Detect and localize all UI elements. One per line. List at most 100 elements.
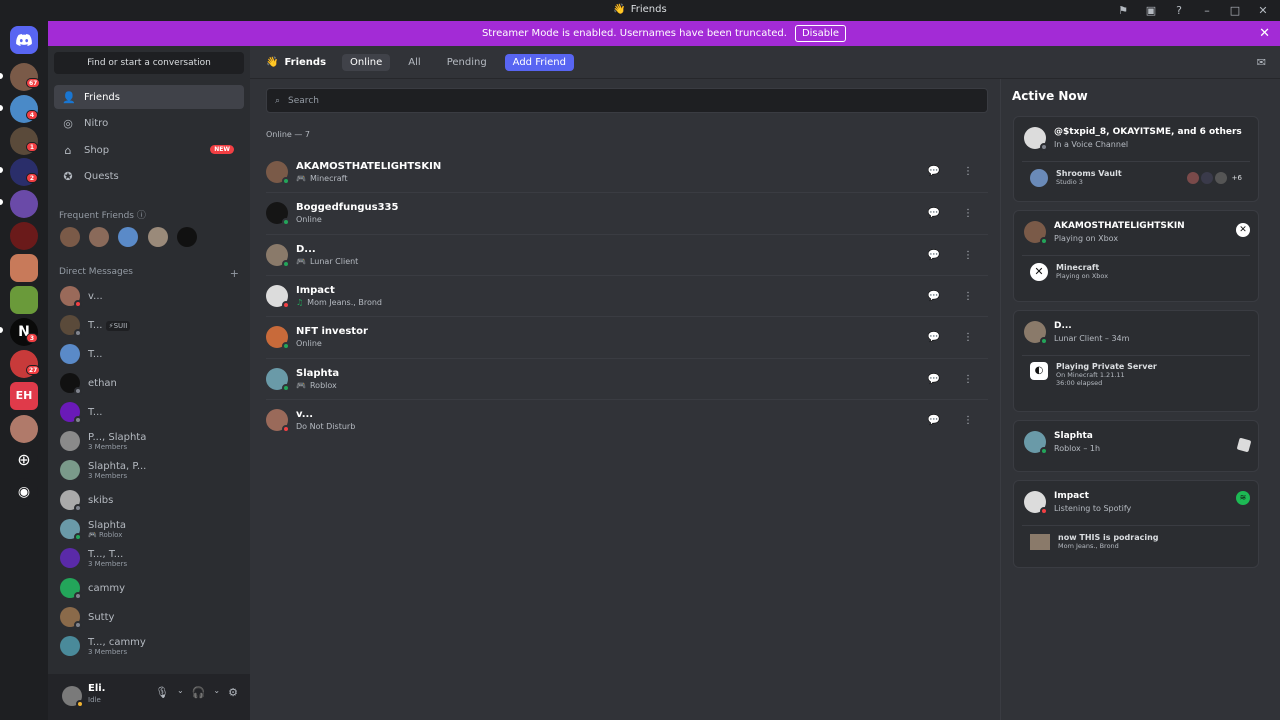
find-conversation-button[interactable]: Find or start a conversation <box>54 52 244 74</box>
dm-item[interactable]: v... <box>54 282 244 310</box>
active-now-title: Active Now <box>1012 89 1088 103</box>
message-icon[interactable]: 💬 <box>924 245 944 265</box>
mention-badge: 2 <box>26 173 38 183</box>
avatar <box>60 315 82 337</box>
sidebar-item-shop[interactable]: ⌂ Shop NEW <box>54 138 244 162</box>
frequent-friend-avatar[interactable] <box>60 227 80 247</box>
dm-item[interactable]: T..., cammy 3 Members <box>54 632 244 660</box>
mention-badge: 1 <box>26 142 38 152</box>
close-window-button[interactable]: ✕ <box>1256 3 1270 17</box>
friend-row[interactable]: D... 🎮 Lunar Client 💬 ⋮ <box>266 234 988 275</box>
server-icon[interactable]: EH <box>10 382 38 410</box>
more-options-icon[interactable]: ⋮ <box>958 245 978 265</box>
tab-pending[interactable]: Pending <box>439 54 495 71</box>
banner-text: Streamer Mode is enabled. Usernames have… <box>481 28 787 39</box>
friend-row[interactable]: Impact ♫ Mom Jeans., Brond 💬 ⋮ <box>266 275 988 316</box>
tab-all[interactable]: All <box>400 54 428 71</box>
avatar <box>60 431 80 451</box>
chevron-down-icon[interactable]: ⌄ <box>177 686 184 699</box>
message-icon[interactable]: 💬 <box>924 161 944 181</box>
more-options-icon[interactable]: ⋮ <box>958 161 978 181</box>
friend-row[interactable]: Slaphta 🎮 Roblox 💬 ⋮ <box>266 358 988 399</box>
gear-icon[interactable]: ⚙ <box>228 686 238 699</box>
maximize-button[interactable]: □ <box>1228 3 1242 17</box>
friend-row[interactable]: AKAMOSTHATELIGHTSKIN 🎮 Minecraft 💬 ⋮ <box>266 151 988 192</box>
close-icon[interactable]: ✕ <box>1259 26 1270 41</box>
dm-item[interactable]: Slaphta, P... 3 Members <box>54 456 244 484</box>
more-options-icon[interactable]: ⋮ <box>958 410 978 430</box>
message-icon[interactable]: 💬 <box>924 286 944 306</box>
dm-item[interactable]: T... ⚡SUII <box>54 311 244 339</box>
tab-online[interactable]: Online <box>342 53 391 71</box>
avatar <box>60 402 82 424</box>
avatar[interactable] <box>62 686 84 708</box>
add-server-icon[interactable]: ⊕ <box>10 446 38 474</box>
frequent-friend-avatar[interactable] <box>148 227 168 247</box>
info-icon[interactable]: ⓘ <box>137 211 146 221</box>
activity-card[interactable]: D... Lunar Client – 34m ◐ Playing Private… <box>1013 310 1259 412</box>
frequent-friend-avatar[interactable] <box>177 227 197 247</box>
activity-card[interactable]: AKAMOSTHATELIGHTSKIN Playing on Xbox ✕ ✕ … <box>1013 210 1259 302</box>
dm-item[interactable]: Sutty <box>54 603 244 631</box>
headphones-icon[interactable]: 🎧 <box>192 686 206 699</box>
disable-streamer-mode-button[interactable]: Disable <box>794 25 847 42</box>
spotify-icon: ≋ <box>1236 491 1250 505</box>
avatar <box>60 344 80 364</box>
activity-card[interactable]: @$txpid_8, OKAYITSME, and 6 others In a V… <box>1013 116 1259 202</box>
microphone-icon[interactable]: 🎙 <box>155 686 169 699</box>
avatar <box>60 490 82 512</box>
search-input[interactable]: ⌕ Search <box>266 88 988 113</box>
dm-item[interactable]: ethan <box>54 369 244 397</box>
activity-card[interactable]: Impact Listening to Spotify ≋ now THIS is… <box>1013 480 1259 568</box>
dm-item[interactable]: P..., Slaphta 3 Members <box>54 427 244 455</box>
dm-item[interactable]: T... <box>54 340 244 368</box>
mention-badge: 67 <box>26 78 41 88</box>
server-icon[interactable] <box>10 222 38 250</box>
message-icon[interactable]: 💬 <box>924 203 944 223</box>
add-friend-button[interactable]: Add Friend <box>504 53 574 71</box>
message-icon[interactable]: 💬 <box>924 410 944 430</box>
server-icon[interactable] <box>10 415 38 443</box>
more-options-icon[interactable]: ⋮ <box>958 369 978 389</box>
help-icon[interactable]: ? <box>1172 3 1186 17</box>
flag-icon[interactable]: ⚑ <box>1116 3 1130 17</box>
dm-item[interactable]: T... <box>54 398 244 426</box>
frequent-friend-avatar[interactable] <box>89 227 109 247</box>
user-panel: Eli. Idle 🎙 ⌄ 🎧 ⌄ ⚙ <box>48 674 250 720</box>
message-icon[interactable]: 💬 <box>924 369 944 389</box>
server-icon[interactable] <box>10 286 38 314</box>
chevron-down-icon[interactable]: ⌄ <box>213 686 220 699</box>
create-dm-icon[interactable]: + <box>230 267 239 280</box>
new-group-dm-icon[interactable]: ✉ <box>1257 56 1266 69</box>
avatar <box>1024 221 1048 245</box>
minimize-button[interactable]: – <box>1200 3 1214 17</box>
sidebar-item-nitro[interactable]: ◎ Nitro <box>54 111 244 135</box>
sidebar-item-quests[interactable]: ✪ Quests <box>54 164 244 188</box>
shop-icon: ⌂ <box>64 143 72 157</box>
message-icon[interactable]: 💬 <box>924 327 944 347</box>
frequent-friend-avatar[interactable] <box>118 227 138 247</box>
activity-card[interactable]: Slaphta Roblox – 1h <box>1013 420 1259 472</box>
server-icon[interactable] <box>10 190 38 218</box>
more-options-icon[interactable]: ⋮ <box>958 286 978 306</box>
friends-icon: 👤 <box>62 90 76 104</box>
friend-row[interactable]: NFT investor Online 💬 ⋮ <box>266 316 988 357</box>
screen-share-icon[interactable]: ▣ <box>1144 3 1158 17</box>
mention-badge: 4 <box>26 110 38 120</box>
server-icon[interactable] <box>10 254 38 282</box>
sidebar-item-friends[interactable]: 👤 Friends <box>54 85 244 109</box>
friend-row[interactable]: v... Do Not Disturb 💬 ⋮ <box>266 399 988 440</box>
dm-item[interactable]: cammy <box>54 574 244 602</box>
avatar <box>1024 127 1048 151</box>
discord-home-button[interactable] <box>10 26 38 54</box>
dm-item[interactable]: Slaphta 🎮 Roblox <box>54 515 244 543</box>
more-options-icon[interactable]: ⋮ <box>958 327 978 347</box>
discover-icon[interactable]: ◉ <box>10 478 38 506</box>
avatar <box>60 636 80 656</box>
dm-item[interactable]: skibs <box>54 486 244 514</box>
quests-icon: ✪ <box>63 169 73 183</box>
window-title: Friends <box>630 4 667 15</box>
more-options-icon[interactable]: ⋮ <box>958 203 978 223</box>
dm-item[interactable]: T..., T... 3 Members <box>54 544 244 572</box>
friend-row[interactable]: Boggedfungus335 Online 💬 ⋮ <box>266 192 988 233</box>
